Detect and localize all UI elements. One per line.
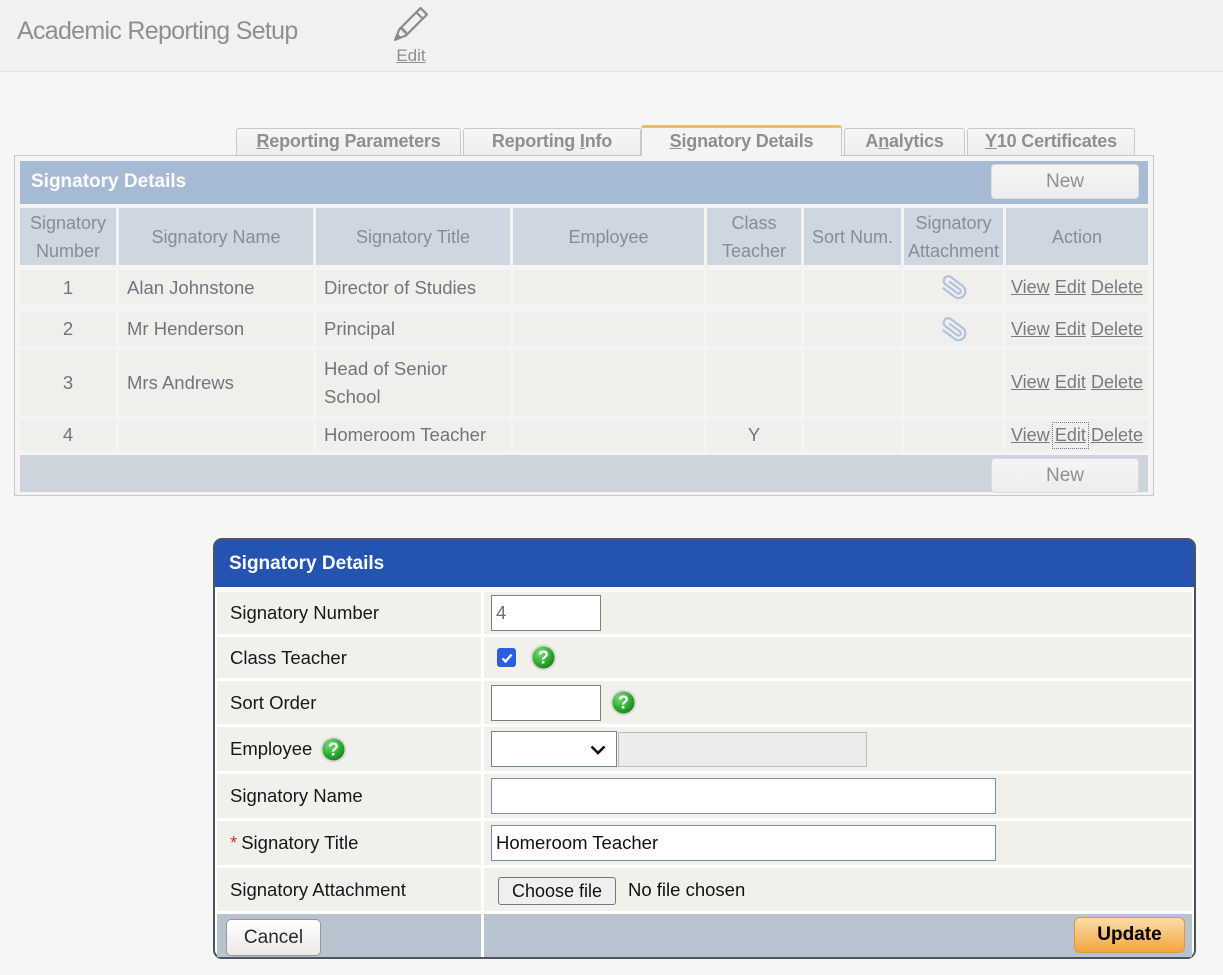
svg-text:?: ? bbox=[618, 693, 629, 713]
svg-text:?: ? bbox=[328, 739, 339, 759]
svg-text:?: ? bbox=[538, 648, 549, 668]
